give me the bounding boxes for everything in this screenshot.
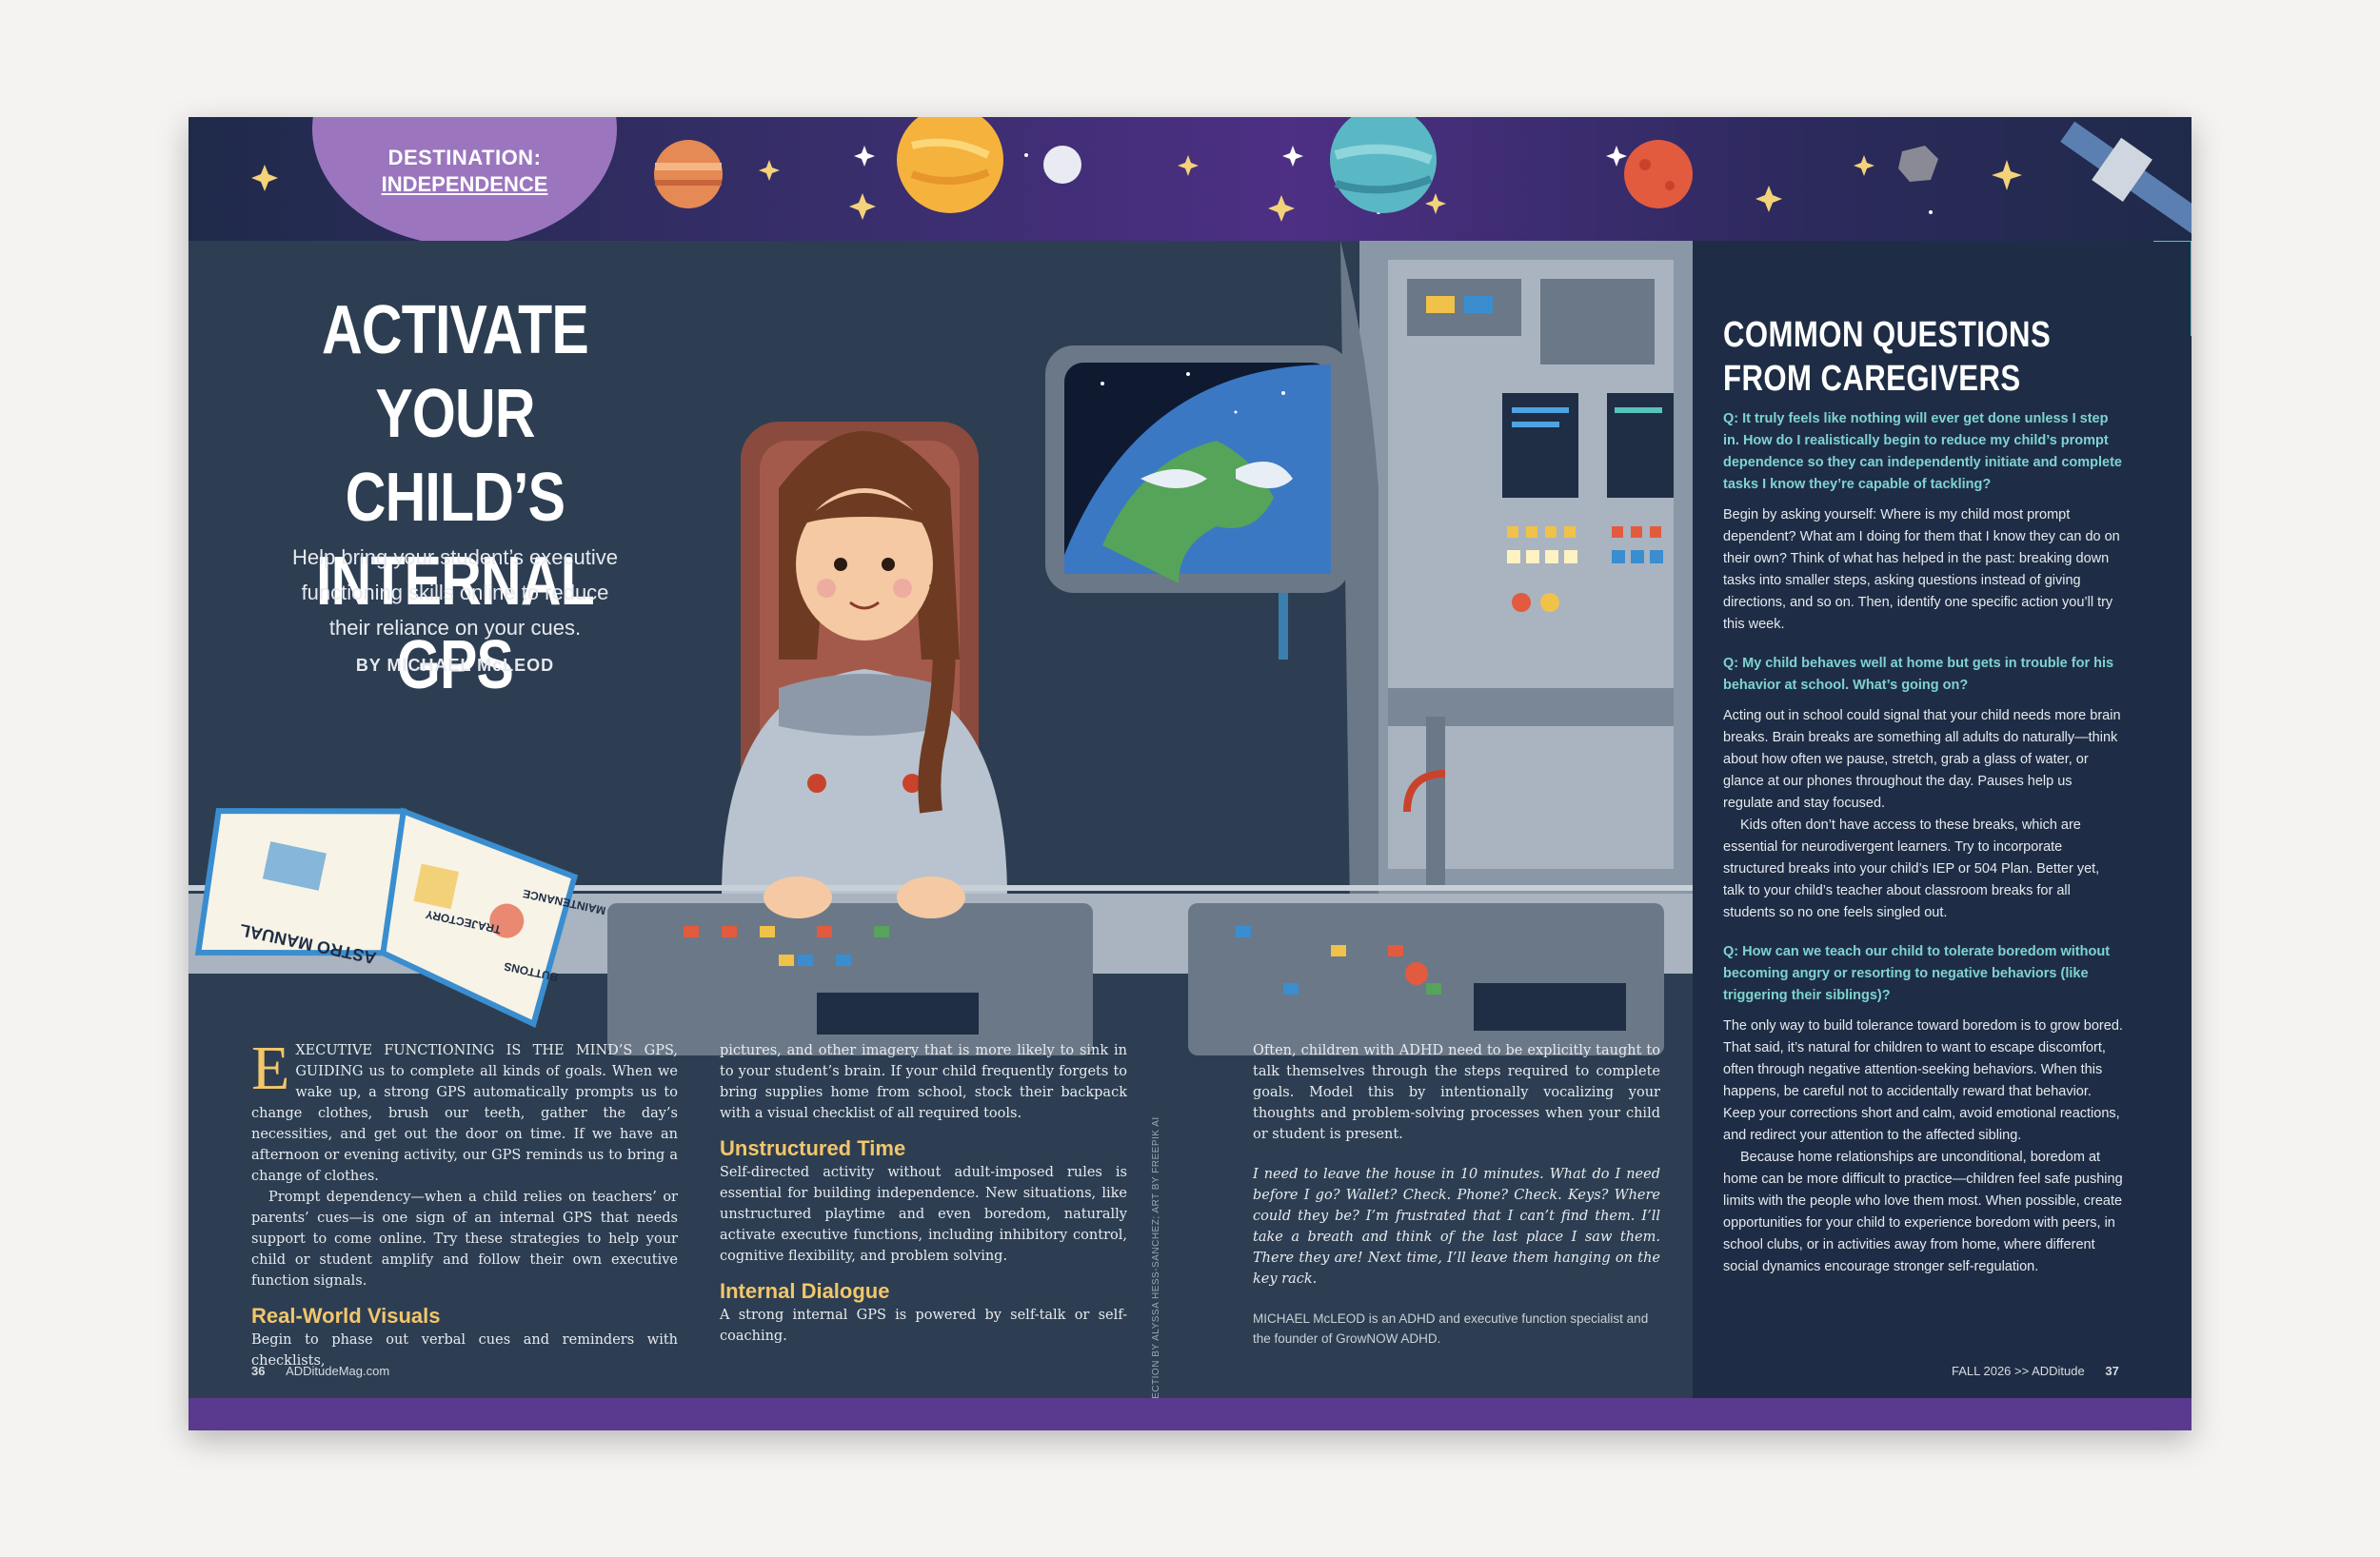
- paragraph-unstructured: Self-directed activity without adult-imp…: [720, 1165, 1127, 1264]
- sidebar-title-line-1: COMMON QUESTIONS: [1723, 315, 2052, 355]
- folio-left: 36 ADDitudeMag.com: [251, 1364, 389, 1378]
- deck-line-1: Help bring your student’s executive: [291, 545, 618, 569]
- paragraph-visuals-end: pictures, and other imagery that is more…: [720, 1043, 1127, 1121]
- space-banner: DESTINATION: INDEPENDENCE: [188, 117, 2192, 246]
- article-column-1: E XECUTIVE FUNCTIONING IS THE MIND’S GPS,…: [251, 1034, 678, 1371]
- magazine-spread: DESTINATION: INDEPENDENCE ASTRO MANUAL T…: [188, 117, 2192, 1430]
- sidebar-corner-accent: [2153, 241, 2192, 336]
- paragraph-dialogue-end: Often, children with ADHD need to be exp…: [1253, 1043, 1660, 1142]
- article-column-2: pictures, and other imagery that is more…: [720, 1040, 1127, 1347]
- deck-line-3: their reliance on your cues.: [328, 616, 582, 640]
- deck-line-2: functioning skills online to reduce: [301, 581, 609, 604]
- intro-text: XECUTIVE FUNCTIONING IS THE MIND’S GPS, …: [251, 1043, 678, 1184]
- site-url: ADDitudeMag.com: [286, 1364, 390, 1378]
- sidebar-title: COMMON QUESTIONS FROM CAREGIVERS: [1723, 313, 2082, 401]
- byline: BY MICHAEL McLEOD: [355, 656, 555, 675]
- question-3: Q: How can we teach our child to tolerat…: [1723, 944, 2111, 1003]
- author-bio: MICHAEL McLEOD is an ADHD and executive …: [1253, 1309, 1660, 1349]
- headline-line-1: ACTIVATE: [322, 292, 589, 368]
- magazine-name: ADDitude: [2032, 1364, 2085, 1378]
- paragraph-prompt-dependency: Prompt dependency—when a child relies on…: [251, 1190, 678, 1289]
- deck: Help bring your student’s executive func…: [274, 540, 636, 645]
- subhead-real-world-visuals: Real-World Visuals: [251, 1304, 441, 1328]
- folio-right: FALL 2026 >> ADDitude 37: [1952, 1364, 2119, 1378]
- page-number-left: 36: [251, 1364, 266, 1378]
- sidebar-title-line-2: FROM CAREGIVERS: [1723, 359, 2021, 399]
- subhead-internal-dialogue: Internal Dialogue: [720, 1279, 890, 1303]
- sidebar-qa: Q: It truly feels like nothing will ever…: [1723, 408, 2123, 1278]
- question-1: Q: It truly feels like nothing will ever…: [1723, 411, 2122, 492]
- art-credit: ART DIRECTION BY ALYSSA HESS-SANCHEZ; AR…: [1151, 1116, 1161, 1430]
- paragraph-dialogue-start: A strong internal GPS is powered by self…: [720, 1308, 1127, 1344]
- drop-cap: E: [251, 1034, 290, 1103]
- answer-3-continued: Because home relationships are unconditi…: [1723, 1150, 2123, 1274]
- footer-bar: [188, 1398, 2192, 1430]
- answer-2: Acting out in school could signal that y…: [1723, 708, 2121, 811]
- intro-paragraph: E XECUTIVE FUNCTIONING IS THE MIND’S GPS,…: [251, 1034, 678, 1187]
- badge-line-2: INDEPENDENCE: [381, 172, 548, 196]
- issue-date: FALL 2026 >>: [1952, 1364, 2033, 1378]
- self-talk-example: I need to leave the house in 10 minutes.…: [1253, 1167, 1660, 1287]
- answer-2-continued: Kids often don’t have access to these br…: [1723, 818, 2100, 920]
- article-column-3: Often, children with ADHD need to be exp…: [1253, 1040, 1660, 1349]
- bio-name: MICHAEL McLEOD: [1253, 1311, 1366, 1326]
- page-number-right: 37: [2105, 1364, 2119, 1378]
- answer-3: The only way to build tolerance toward b…: [1723, 1018, 2123, 1143]
- caregiver-questions-sidebar: COMMON QUESTIONS FROM CAREGIVERS Q: It t…: [1693, 241, 2192, 1398]
- question-2: Q: My child behaves well at home but get…: [1723, 656, 2114, 693]
- answer-1: Begin by asking yourself: Where is my ch…: [1723, 507, 2120, 632]
- subhead-unstructured-time: Unstructured Time: [720, 1136, 906, 1160]
- headline-line-2: YOUR CHILD’S: [345, 376, 565, 536]
- badge-line-1: DESTINATION:: [387, 146, 542, 169]
